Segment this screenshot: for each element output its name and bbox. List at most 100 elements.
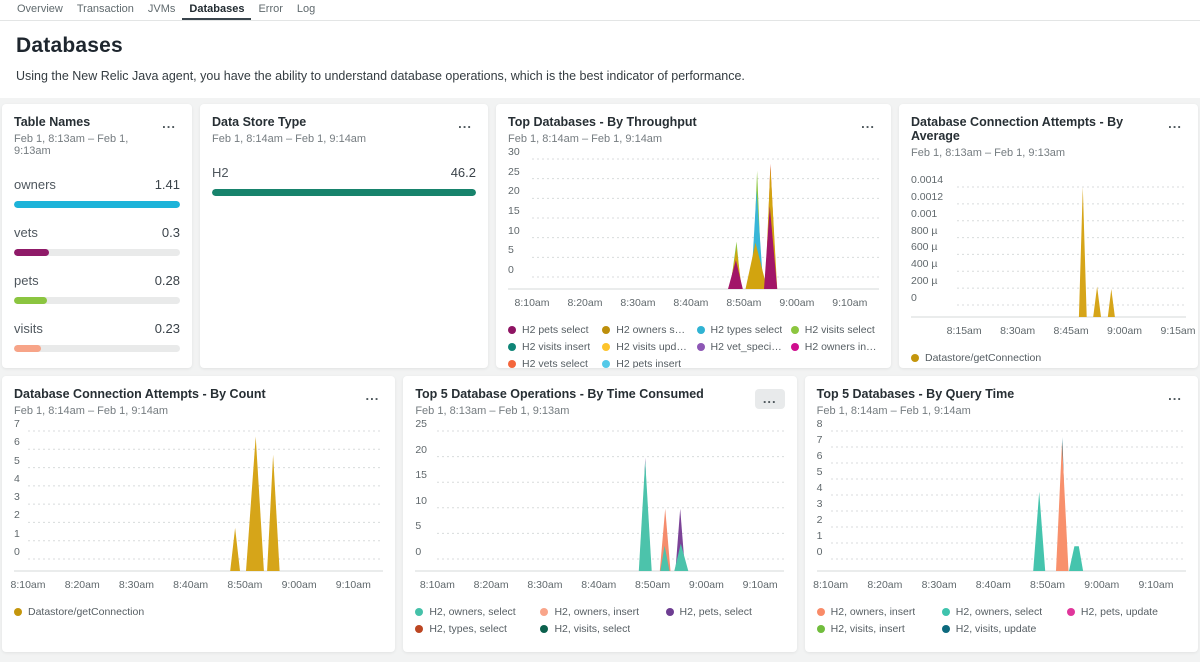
card-time-range: Feb 1, 8:14am – Feb 1, 9:14am (508, 133, 697, 145)
legend-item[interactable]: H2 vet_specialti… (697, 341, 785, 353)
legend-label: H2, pets, update (1081, 606, 1158, 618)
tab-overview[interactable]: Overview (10, 0, 70, 20)
legend-dot (697, 343, 705, 351)
legend-label: H2 visits insert (522, 341, 590, 353)
card-menu-button[interactable]: ... (755, 389, 785, 409)
legend-label: H2 visits select (805, 324, 875, 336)
bar-value: 46.2 (451, 165, 476, 180)
legend-label: Datastore/getConnection (28, 606, 144, 618)
legend-dot (911, 354, 919, 362)
throughput-area-chart: 0510152025308:10am8:20am8:30am8:40am8:50… (508, 159, 879, 368)
legend-item[interactable]: Datastore/getConnection (911, 352, 1186, 364)
card-menu-button[interactable]: ... (361, 389, 383, 403)
x-tick-label: 8:40am (976, 579, 1011, 591)
card-time-range: Feb 1, 8:13am – Feb 1, 9:13am (415, 405, 704, 417)
y-tick-label: 800 µ (911, 225, 938, 237)
bar-track (212, 189, 476, 196)
legend-item[interactable]: H2, visits, insert (817, 623, 936, 635)
legend-item[interactable]: H2, visits, update (942, 623, 1061, 635)
card-title: Top 5 Databases - By Query Time (817, 387, 1015, 401)
legend-label: H2 owners select (616, 324, 690, 336)
chart-legend: H2 pets select H2 owners select H2 types s… (508, 324, 879, 368)
card-title: Table Names (14, 115, 158, 129)
legend-dot (697, 326, 705, 334)
bar-value: 0.3 (162, 225, 180, 240)
legend-item[interactable]: H2 owners insert (791, 341, 879, 353)
y-tick-label: 2 (817, 514, 823, 526)
bar-track (14, 249, 180, 256)
tab-log[interactable]: Log (290, 0, 322, 20)
legend-item[interactable]: H2 visits insert (508, 341, 596, 353)
x-tick-label: 8:50am (726, 297, 761, 309)
legend-item[interactable]: H2, owners, insert (817, 606, 936, 618)
card-menu-button[interactable]: ... (454, 117, 476, 131)
legend-label: H2, types, select (429, 623, 507, 635)
tab-jvms[interactable]: JVMs (141, 0, 183, 20)
legend-label: H2 pets insert (616, 358, 681, 368)
chart-canvas (508, 159, 879, 291)
legend-item[interactable]: H2, pets, update (1067, 606, 1186, 618)
legend-label: H2 visits update (616, 341, 690, 353)
card-top5-operations-time-consumed: Top 5 Database Operations - By Time Cons… (403, 376, 796, 652)
legend-label: H2 owners insert (805, 341, 879, 353)
legend-item[interactable]: H2, visits, select (540, 623, 659, 635)
bar-value: 0.28 (155, 273, 180, 288)
legend-item[interactable]: H2 pets select (508, 324, 596, 336)
card-menu-button[interactable]: ... (857, 117, 879, 131)
legend-item[interactable]: Datastore/getConnection (14, 606, 383, 618)
chart-plot-area: 01234567 (14, 431, 383, 573)
tab-error[interactable]: Error (251, 0, 289, 20)
card-menu-button[interactable]: ... (158, 117, 180, 131)
chart-plot-area: 0510152025 (415, 431, 784, 573)
legend-dot (602, 360, 610, 368)
y-tick-label: 3 (14, 491, 20, 503)
bar-label: H2 (212, 165, 229, 180)
y-tick-label: 0 (415, 546, 421, 558)
y-tick-label: 10 (508, 225, 520, 237)
bar-list: H2 46.2 (212, 165, 476, 196)
card-title: Top Databases - By Throughput (508, 115, 697, 129)
legend-item[interactable]: H2 visits update (602, 341, 690, 353)
legend-item[interactable]: H2, owners, select (415, 606, 534, 618)
y-tick-label: 0 (817, 546, 823, 558)
x-tick-label: 9:15am (1160, 325, 1195, 337)
y-tick-label: 8 (817, 418, 823, 430)
y-tick-label: 15 (508, 205, 520, 217)
x-tick-label: 9:10am (743, 579, 778, 591)
legend-label: Datastore/getConnection (925, 352, 1041, 364)
y-tick-label: 4 (14, 473, 20, 485)
tab-transaction[interactable]: Transaction (70, 0, 141, 20)
legend-item[interactable]: H2 types select (697, 324, 785, 336)
legend-item[interactable]: H2 pets insert (602, 358, 690, 368)
y-tick-label: 3 (817, 498, 823, 510)
legend-item[interactable]: H2 owners select (602, 324, 690, 336)
x-tick-label: 8:10am (813, 579, 848, 591)
y-tick-label: 20 (415, 444, 427, 456)
legend-item[interactable]: H2, owners, insert (540, 606, 659, 618)
legend-item[interactable]: H2, owners, select (942, 606, 1061, 618)
x-tick-label: 9:00am (282, 579, 317, 591)
legend-item[interactable]: H2 visits select (791, 324, 879, 336)
y-tick-label: 0 (508, 264, 514, 276)
legend-label: H2, visits, select (554, 623, 630, 635)
card-time-range: Feb 1, 8:14am – Feb 1, 9:14am (212, 133, 366, 145)
y-tick-label: 0 (911, 292, 917, 304)
legend-item[interactable]: H2 vets select (508, 358, 596, 368)
legend-item[interactable]: H2, pets, select (666, 606, 785, 618)
x-axis: 8:15am8:30am8:45am9:00am9:15am (911, 325, 1186, 340)
bar-row: pets 0.28 (14, 273, 180, 304)
tab-databases[interactable]: Databases (182, 0, 251, 20)
x-tick-label: 8:20am (65, 579, 100, 591)
y-tick-label: 2 (14, 509, 20, 521)
bar-fill (14, 201, 180, 208)
bar-track (14, 345, 180, 352)
x-tick-label: 9:00am (689, 579, 724, 591)
legend-label: H2, visits, insert (831, 623, 905, 635)
x-tick-label: 8:45am (1054, 325, 1089, 337)
card-time-range: Feb 1, 8:13am – Feb 1, 9:13am (14, 133, 158, 157)
legend-item[interactable]: H2, types, select (415, 623, 534, 635)
page-description: Using the New Relic Java agent, you have… (16, 69, 1184, 83)
x-tick-label: 9:00am (1084, 579, 1119, 591)
card-menu-button[interactable]: ... (1164, 389, 1186, 403)
card-menu-button[interactable]: ... (1164, 117, 1186, 131)
